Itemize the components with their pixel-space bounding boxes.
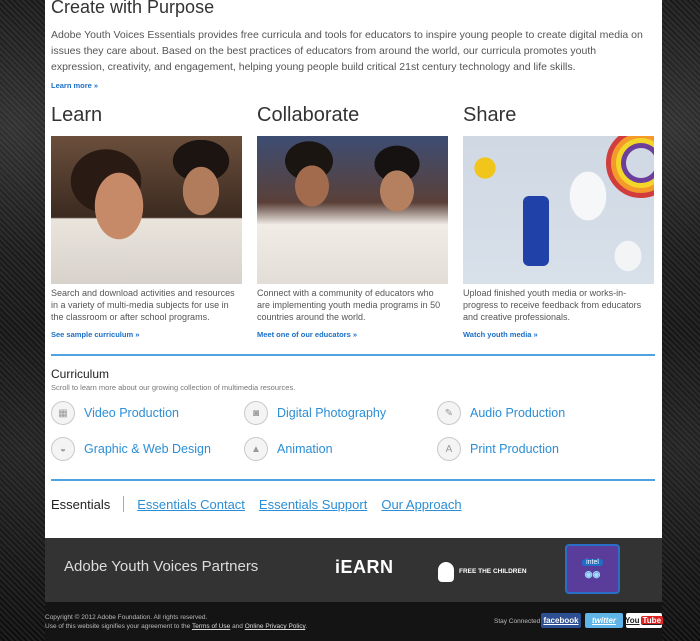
- agreement-text: Use of this website signifies your agree…: [45, 622, 307, 631]
- curriculum-graphic-web-design[interactable]: ◒ Graphic & Web Design: [51, 436, 211, 462]
- footer-copyright: Copyright © 2012 Adobe Foundation. All r…: [45, 613, 307, 631]
- learn-column: Learn Search and download activities and…: [51, 104, 242, 339]
- learn-more-link[interactable]: Learn more »: [51, 81, 98, 90]
- curriculum-digital-photography[interactable]: ◙ Digital Photography: [244, 400, 386, 426]
- divider: [51, 479, 655, 481]
- youtube-you: You: [624, 616, 640, 625]
- nav-essentials[interactable]: Essentials: [51, 497, 110, 512]
- nav-our-approach[interactable]: Our Approach: [381, 497, 461, 512]
- partners-title: Adobe Youth Voices Partners: [64, 558, 259, 575]
- collaborate-column: Collaborate Connect with a community of …: [257, 104, 448, 339]
- curriculum-subtitle: Scroll to learn more about our growing c…: [51, 383, 296, 392]
- privacy-policy-link[interactable]: Online Privacy Policy: [245, 623, 306, 630]
- camera-icon: ◙: [244, 401, 268, 425]
- background-left: [0, 0, 45, 641]
- twitter-button[interactable]: twitter: [585, 613, 623, 628]
- pen-nib-icon: ▲: [244, 437, 268, 461]
- watch-youth-media-link[interactable]: Watch youth media »: [463, 330, 654, 339]
- terms-of-use-link[interactable]: Terms of Use: [192, 623, 230, 630]
- facebook-button[interactable]: facebook: [541, 613, 581, 628]
- curriculum-item-label: Digital Photography: [277, 406, 387, 420]
- child-figure: [523, 196, 549, 266]
- learn-photo: [51, 136, 242, 284]
- hand-icon: [438, 562, 454, 582]
- curriculum-item-label: Animation: [277, 442, 333, 456]
- learn-text: Search and download activities and resou…: [51, 288, 235, 322]
- copyright-text: Copyright © 2012 Adobe Foundation. All r…: [45, 614, 208, 621]
- agreement-period: .: [305, 623, 308, 630]
- clubhouse-mark: ◉◉: [584, 568, 601, 579]
- agreement-prefix: Use of this website signifies your agree…: [45, 623, 191, 630]
- nav-separator: [123, 496, 125, 512]
- curriculum-animation[interactable]: ▲ Animation: [244, 436, 333, 462]
- intro-text: Adobe Youth Voices Essentials provides f…: [51, 29, 643, 73]
- curriculum-item-label: Audio Production: [470, 406, 566, 420]
- partners-bar: Adobe Youth Voices Partners iEARN FREE T…: [45, 538, 662, 602]
- microphone-icon: ✎: [437, 401, 461, 425]
- divider: [51, 354, 655, 356]
- youtube-tube: Tube: [640, 616, 664, 625]
- share-column: Share Upload finished youth media or wor…: [463, 104, 654, 339]
- meet-educators-link[interactable]: Meet one of our educators »: [257, 330, 448, 339]
- agreement-and: and: [232, 623, 243, 630]
- video-icon: ▦: [51, 401, 75, 425]
- curriculum-item-label: Print Production: [470, 442, 559, 456]
- share-text: Upload finished youth media or works-in-…: [463, 288, 642, 322]
- collaborate-text: Connect with a community of educators wh…: [257, 288, 441, 322]
- learn-heading: Learn: [51, 104, 103, 126]
- ftc-logo-text: FREE THE CHILDREN: [459, 568, 527, 575]
- type-icon: A: [437, 437, 461, 461]
- intel-computer-clubhouse-logo[interactable]: intel ◉◉: [565, 544, 620, 594]
- page-title: Create with Purpose: [51, 0, 215, 17]
- curriculum-video-production[interactable]: ▦ Video Production: [51, 400, 179, 426]
- main-content: Create with Purpose Adobe Youth Voices E…: [45, 0, 662, 538]
- curriculum-item-label: Video Production: [84, 406, 179, 420]
- rainbow-drawing: [606, 136, 654, 198]
- essentials-nav: Essentials Essentials Contact Essentials…: [51, 496, 476, 512]
- youtube-button[interactable]: You Tube: [624, 613, 664, 628]
- curriculum-audio-production[interactable]: ✎ Audio Production: [437, 400, 565, 426]
- curriculum-item-label: Graphic & Web Design: [84, 442, 211, 456]
- share-photo: [463, 136, 654, 284]
- stay-connected-label: Stay Connected: [494, 618, 541, 625]
- curriculum-print-production[interactable]: A Print Production: [437, 436, 559, 462]
- curriculum-title: Curriculum: [51, 367, 110, 381]
- free-the-children-logo[interactable]: FREE THE CHILDREN: [438, 560, 528, 584]
- design-icon: ◒: [51, 437, 75, 461]
- see-sample-curriculum-link[interactable]: See sample curriculum »: [51, 330, 242, 339]
- background-right: [662, 0, 700, 641]
- iearn-logo[interactable]: iEARN: [335, 557, 405, 581]
- intel-badge: intel: [582, 558, 603, 566]
- share-heading: Share: [463, 104, 517, 126]
- nav-essentials-support[interactable]: Essentials Support: [259, 497, 367, 512]
- nav-essentials-contact[interactable]: Essentials Contact: [137, 497, 245, 512]
- collaborate-photo: [257, 136, 448, 284]
- collaborate-heading: Collaborate: [257, 104, 360, 126]
